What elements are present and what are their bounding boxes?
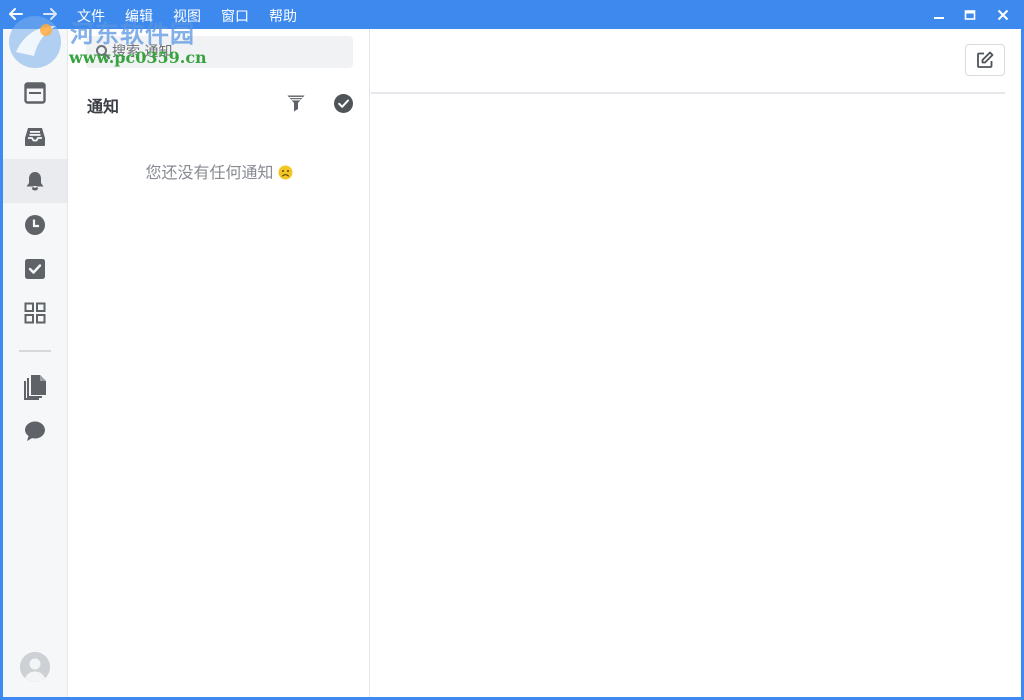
rail-item-chat[interactable] — [3, 409, 67, 453]
user-avatar-icon[interactable] — [20, 652, 50, 682]
search-box — [86, 36, 353, 68]
menu-window[interactable]: 窗口 — [221, 6, 249, 26]
documents-icon — [24, 375, 46, 400]
panel-title: 通知 — [87, 97, 120, 116]
maximize-icon[interactable] — [959, 4, 981, 26]
menu-file[interactable]: 文件 — [77, 6, 105, 26]
header-divider — [371, 92, 1005, 94]
sidebar-rail — [3, 29, 68, 697]
inbox-tray-icon — [25, 128, 45, 146]
rail-item-documents[interactable] — [3, 365, 67, 409]
rail-divider — [19, 350, 51, 352]
checkbox-icon — [25, 259, 45, 279]
rail-item-apps[interactable] — [3, 291, 67, 335]
check-circle-icon[interactable] — [333, 93, 353, 113]
search-icon — [96, 45, 111, 60]
arrow-left-icon[interactable] — [6, 5, 26, 25]
app-window: 通知 您还没有任何通知 — [3, 29, 1021, 697]
rail-item-browser[interactable] — [3, 71, 67, 115]
detail-pane — [371, 29, 1021, 697]
menu-bar: 文件 编辑 视图 窗口 帮助 — [77, 6, 297, 26]
rail-item-tasks[interactable] — [3, 247, 67, 291]
empty-state-text: 您还没有任何通知 — [145, 163, 274, 182]
arrow-right-icon[interactable] — [40, 5, 60, 25]
filter-funnel-icon[interactable] — [285, 92, 307, 114]
grid-apps-icon — [24, 302, 46, 324]
menu-edit[interactable]: 编辑 — [125, 6, 153, 26]
search-input[interactable] — [112, 41, 342, 63]
compose-button[interactable] — [965, 44, 1005, 76]
bell-icon — [26, 172, 44, 191]
chat-bubble-icon — [25, 421, 45, 441]
empty-state-message: 您还没有任何通知 — [68, 159, 370, 183]
clock-icon — [25, 215, 45, 235]
rail-item-inbox[interactable] — [3, 115, 67, 159]
close-icon[interactable] — [992, 4, 1014, 26]
menu-help[interactable]: 帮助 — [269, 6, 297, 26]
rail-item-notifications[interactable] — [3, 159, 67, 203]
rail-item-history[interactable] — [3, 203, 67, 247]
sad-face-icon — [278, 165, 292, 180]
edit-compose-icon — [977, 51, 994, 68]
minimize-icon[interactable] — [928, 4, 950, 26]
menu-view[interactable]: 视图 — [173, 6, 201, 26]
title-bar: 文件 编辑 视图 窗口 帮助 — [0, 0, 1024, 29]
notifications-panel: 通知 您还没有任何通知 — [68, 29, 370, 697]
browser-window-icon — [24, 82, 46, 104]
